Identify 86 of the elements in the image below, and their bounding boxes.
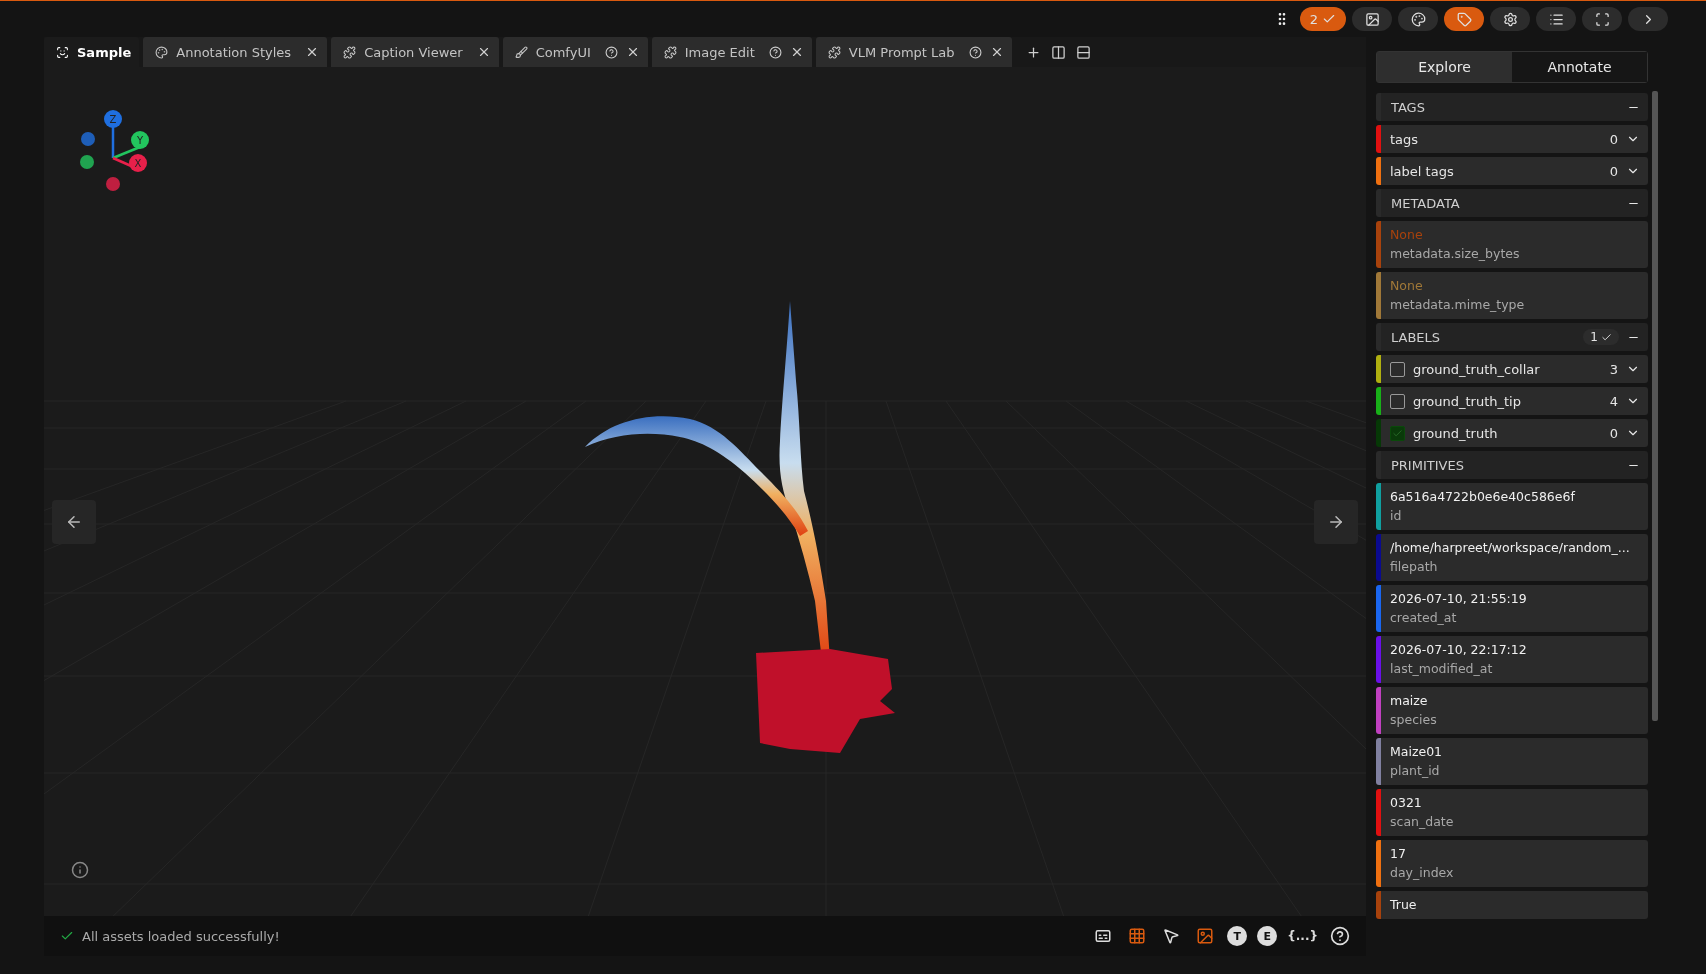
field-name: filepath — [1390, 559, 1439, 574]
checkbox[interactable] — [1390, 361, 1405, 377]
field-name: metadata.mime_type — [1390, 297, 1526, 312]
field-count: 0 — [1609, 425, 1618, 441]
field-value: 2026-07-10, 21:55:19 — [1390, 591, 1528, 606]
letter-button[interactable]: E — [1257, 926, 1278, 946]
3d-viewer[interactable]: Z Y X — [44, 67, 1366, 917]
section-header[interactable]: LABELS 1 — [1376, 323, 1648, 351]
check-icon — [1392, 427, 1403, 439]
json-button[interactable]: {...} — [1287, 924, 1318, 948]
chevron-right-icon[interactable] — [1628, 7, 1668, 31]
next-button[interactable] — [1314, 500, 1358, 544]
field-row[interactable]: ground_truth_tip 4 — [1376, 387, 1648, 415]
field-value: 0321 — [1390, 795, 1423, 810]
field-row[interactable]: tags 0 — [1376, 125, 1648, 153]
scan-icon — [56, 45, 69, 59]
mode-tab[interactable]: Explore — [1377, 52, 1512, 82]
image-icon[interactable] — [1352, 7, 1392, 31]
split-columns-icon[interactable] — [1050, 44, 1066, 60]
field-count: 3 — [1609, 361, 1618, 377]
field-name: ground_truth_tip — [1413, 393, 1522, 409]
split-rows-icon[interactable] — [1075, 44, 1091, 60]
tab[interactable]: ComfyUI — [502, 37, 648, 67]
section-header[interactable]: PRIMITIVES — [1376, 451, 1648, 479]
field-name: tags — [1390, 131, 1420, 147]
settings-icon[interactable] — [1490, 7, 1530, 31]
section-header[interactable]: METADATA — [1376, 189, 1648, 217]
section-title: LABELS — [1391, 329, 1441, 345]
field-row[interactable]: ground_truth 0 — [1376, 419, 1648, 447]
section-title: PRIMITIVES — [1391, 457, 1464, 473]
fullscreen-icon[interactable] — [1582, 7, 1622, 31]
field-name: metadata.size_bytes — [1390, 246, 1521, 261]
checkbox[interactable] — [1390, 393, 1405, 409]
help-icon[interactable] — [768, 45, 782, 59]
field-name: plant_id — [1390, 763, 1441, 778]
field-count: 4 — [1609, 393, 1618, 409]
field-name: ground_truth — [1413, 425, 1499, 441]
field-value: True — [1390, 897, 1418, 912]
check-icon — [60, 929, 74, 943]
tag-icon[interactable] — [1444, 7, 1484, 31]
letter-button[interactable]: T — [1227, 926, 1248, 946]
field-count: 0 — [1609, 163, 1618, 179]
field-row[interactable]: ground_truth_collar 3 — [1376, 355, 1648, 383]
puzzle-icon — [343, 45, 357, 59]
field-count: 0 — [1609, 131, 1618, 147]
field-name: ground_truth_collar — [1413, 361, 1541, 377]
field-value: 17 — [1390, 846, 1407, 861]
field-name: last_modified_at — [1390, 661, 1494, 676]
tab[interactable]: Image Edit — [651, 37, 812, 67]
palette-icon — [155, 45, 169, 59]
palette-icon[interactable] — [1398, 7, 1438, 31]
help-icon[interactable] — [1328, 924, 1352, 948]
info-icon[interactable] — [71, 861, 89, 879]
puzzle-icon — [827, 45, 841, 59]
tab[interactable]: VLM Prompt Lab — [815, 37, 1012, 67]
field-value: /home/harpreet/workspace/random_... — [1390, 540, 1631, 555]
field-value: None — [1390, 227, 1424, 242]
list-icon[interactable] — [1536, 7, 1576, 31]
field-value: maize — [1390, 693, 1429, 708]
selected-count-badge[interactable]: 1 — [1583, 329, 1619, 345]
field-row[interactable]: label tags 0 — [1376, 157, 1648, 185]
brush-icon — [514, 45, 528, 59]
tab[interactable]: Annotation Styles — [143, 37, 328, 67]
field-value: 6a516a4722b0e6e40c586e6f — [1390, 489, 1576, 504]
field-value: None — [1390, 278, 1424, 293]
field-name: id — [1390, 508, 1403, 523]
field-name: day_index — [1390, 865, 1455, 880]
field-value: Maize01 — [1390, 744, 1444, 759]
field-name: label tags — [1390, 163, 1455, 179]
field-name: species — [1390, 712, 1438, 727]
status-message: All assets loaded successfully! — [60, 928, 280, 944]
checkbox[interactable] — [1390, 425, 1405, 441]
puzzle-icon — [663, 45, 677, 59]
section-header[interactable]: TAGS — [1376, 93, 1648, 121]
tab[interactable]: Caption Viewer — [331, 37, 499, 67]
previous-button[interactable] — [52, 500, 96, 544]
help-icon[interactable] — [968, 45, 982, 59]
field-value: 2026-07-10, 22:17:12 — [1390, 642, 1528, 657]
field-name: created_at — [1390, 610, 1458, 625]
field-name: scan_date — [1390, 814, 1455, 829]
add-tab-icon[interactable] — [1025, 44, 1041, 60]
help-icon[interactable] — [604, 45, 618, 59]
section-title: METADATA — [1391, 195, 1460, 211]
section-title: TAGS — [1391, 99, 1425, 115]
axis-gizmo-drawing[interactable]: Z Y X — [80, 110, 149, 191]
arrow-right-icon — [1327, 513, 1345, 531]
